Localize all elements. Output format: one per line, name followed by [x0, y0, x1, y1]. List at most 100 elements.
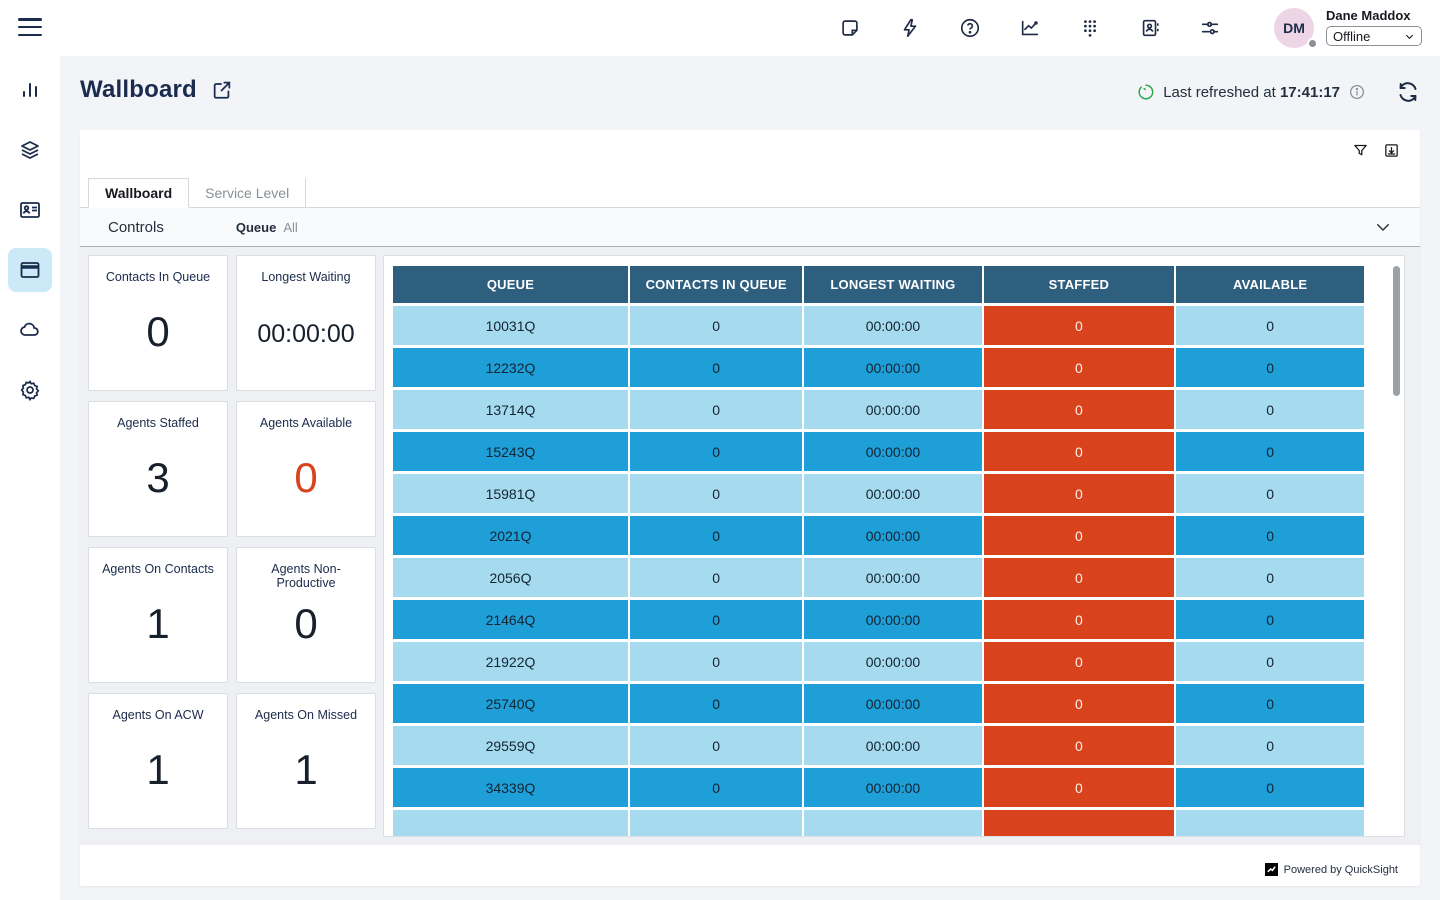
window-icon	[18, 258, 42, 282]
table-cell[interactable]: 00:00:00	[804, 768, 981, 807]
download-icon[interactable]	[1383, 142, 1400, 159]
table-cell[interactable]: 10031Q	[393, 306, 628, 345]
table-cell[interactable]: 0	[984, 432, 1175, 471]
table-cell[interactable]: 0	[1176, 306, 1364, 345]
external-link-icon[interactable]	[211, 79, 233, 101]
column-header[interactable]: AVAILABLE	[1176, 266, 1364, 303]
table-cell[interactable]: 29559Q	[393, 726, 628, 765]
table-cell[interactable]: 25740Q	[393, 684, 628, 723]
table-cell[interactable]: 0	[1176, 768, 1364, 807]
table-cell[interactable]: 00:00:00	[804, 474, 981, 513]
tab-service-level[interactable]: Service Level	[189, 178, 306, 207]
table-cell[interactable]: 0	[984, 642, 1175, 681]
table-cell[interactable]: 0	[1176, 726, 1364, 765]
help-icon[interactable]	[958, 16, 982, 40]
table-scrollbar[interactable]	[1393, 266, 1400, 396]
table-cell[interactable]: 0	[984, 726, 1175, 765]
table-cell[interactable]: 00:00:00	[804, 600, 981, 639]
sidebar-item-wallboard[interactable]	[8, 248, 52, 292]
column-header[interactable]: STAFFED	[984, 266, 1175, 303]
table-cell[interactable]: 00:00:00	[804, 558, 981, 597]
tab-wallboard[interactable]: Wallboard	[88, 178, 189, 208]
table-cell[interactable]: 0	[630, 306, 802, 345]
column-header[interactable]: LONGEST WAITING	[804, 266, 981, 303]
metrics-icon[interactable]	[1018, 16, 1042, 40]
queue-control[interactable]: Queue All	[236, 220, 298, 235]
table-cell[interactable]: 0	[630, 516, 802, 555]
contacts-icon[interactable]	[1138, 16, 1162, 40]
column-header[interactable]: CONTACTS IN QUEUE	[630, 266, 802, 303]
sidebar-item-metrics[interactable]	[8, 68, 52, 112]
table-cell[interactable]: 00:00:00	[804, 306, 981, 345]
table-cell[interactable]: 0	[630, 474, 802, 513]
table-cell[interactable]	[630, 810, 802, 837]
table-cell[interactable]: 0	[630, 558, 802, 597]
table-cell[interactable]: 0	[630, 348, 802, 387]
table-cell[interactable]: 0	[984, 390, 1175, 429]
table-cell[interactable]: 0	[984, 558, 1175, 597]
sidebar-item-cloud[interactable]	[8, 308, 52, 352]
refresh-icon[interactable]	[1396, 80, 1420, 104]
table-cell[interactable]: 0	[630, 600, 802, 639]
table-cell[interactable]: 00:00:00	[804, 516, 981, 555]
table-cell[interactable]: 0	[630, 726, 802, 765]
table-cell[interactable]: 0	[1176, 390, 1364, 429]
table-cell[interactable]: 34339Q	[393, 768, 628, 807]
table-cell[interactable]: 0	[630, 684, 802, 723]
filter-icon[interactable]	[1352, 142, 1369, 159]
sidebar-item-contacts[interactable]	[8, 188, 52, 232]
table-cell[interactable]: 21922Q	[393, 642, 628, 681]
avatar[interactable]: DM	[1274, 8, 1314, 48]
table-cell[interactable]: 21464Q	[393, 600, 628, 639]
note-icon[interactable]	[838, 16, 862, 40]
table-cell[interactable]	[393, 810, 628, 837]
table-cell[interactable]: 0	[984, 474, 1175, 513]
table-cell[interactable]: 00:00:00	[804, 348, 981, 387]
table-cell[interactable]: 15981Q	[393, 474, 628, 513]
table-cell[interactable]: 12232Q	[393, 348, 628, 387]
table-cell[interactable]: 0	[984, 348, 1175, 387]
table-cell[interactable]: 0	[1176, 558, 1364, 597]
table-cell[interactable]: 0	[984, 600, 1175, 639]
sidebar-item-layers[interactable]	[8, 128, 52, 172]
info-icon[interactable]	[1348, 83, 1366, 101]
chevron-down-icon[interactable]	[1374, 218, 1392, 236]
table-body: 10031Q000:00:000012232Q000:00:000013714Q…	[393, 306, 1364, 837]
table-cell[interactable]: 2056Q	[393, 558, 628, 597]
table-cell[interactable]: 00:00:00	[804, 726, 981, 765]
column-header[interactable]: QUEUE	[393, 266, 628, 303]
table-cell[interactable]: 00:00:00	[804, 432, 981, 471]
table-cell[interactable]: 0	[1176, 684, 1364, 723]
lightning-icon[interactable]	[898, 16, 922, 40]
table-cell[interactable]: 2021Q	[393, 516, 628, 555]
dialpad-icon[interactable]	[1078, 16, 1102, 40]
powered-by[interactable]: Powered by QuickSight	[1265, 863, 1398, 876]
table-cell[interactable]: 0	[1176, 642, 1364, 681]
table-cell[interactable]	[1176, 810, 1364, 837]
table-cell[interactable]: 13714Q	[393, 390, 628, 429]
table-cell[interactable]: 0	[984, 768, 1175, 807]
table-cell[interactable]: 00:00:00	[804, 684, 981, 723]
table-cell[interactable]	[984, 810, 1175, 837]
table-cell[interactable]: 0	[984, 306, 1175, 345]
table-cell[interactable]: 0	[630, 432, 802, 471]
table-cell[interactable]: 0	[984, 516, 1175, 555]
table-cell[interactable]: 0	[1176, 600, 1364, 639]
menu-icon[interactable]	[18, 16, 42, 38]
table-cell[interactable]: 15243Q	[393, 432, 628, 471]
status-select[interactable]: Offline	[1326, 26, 1422, 46]
table-cell[interactable]: 0	[1176, 516, 1364, 555]
table-cell[interactable]	[804, 810, 981, 837]
table-cell[interactable]: 0	[1176, 348, 1364, 387]
sidebar-item-settings[interactable]	[8, 368, 52, 412]
table-cell[interactable]: 0	[984, 684, 1175, 723]
table-cell[interactable]: 0	[1176, 474, 1364, 513]
table-cell[interactable]: 00:00:00	[804, 642, 981, 681]
sliders-icon[interactable]	[1198, 16, 1222, 40]
table-cell[interactable]: 00:00:00	[804, 390, 981, 429]
table-cell[interactable]: 0	[630, 390, 802, 429]
table-cell[interactable]: 0	[630, 768, 802, 807]
table-cell[interactable]: 0	[630, 642, 802, 681]
table-cell[interactable]: 0	[1176, 432, 1364, 471]
kpi-title: Contacts In Queue	[89, 270, 227, 284]
